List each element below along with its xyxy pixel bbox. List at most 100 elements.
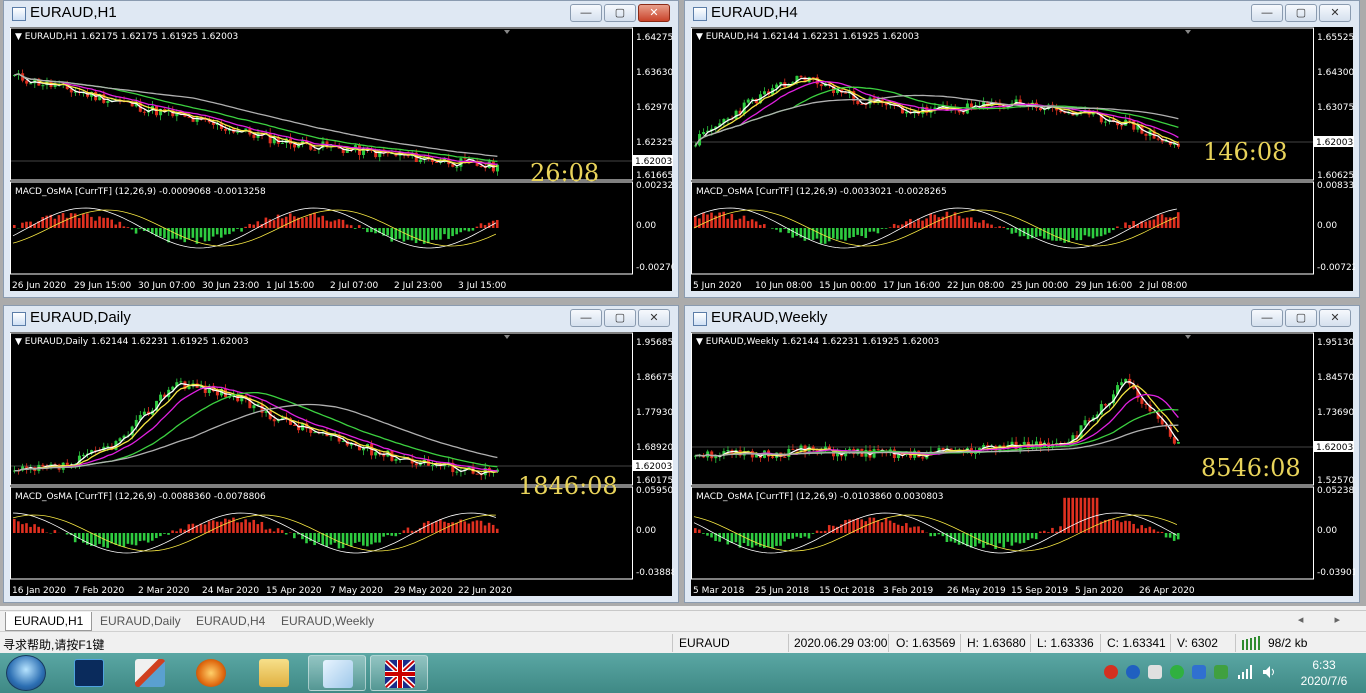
candle-body xyxy=(1156,138,1160,140)
chart-canvas[interactable]: ▼ EURAUD,Weekly 1.62144 1.62231 1.61925 … xyxy=(691,332,1355,598)
macd-bar xyxy=(1164,217,1168,228)
macd-bar xyxy=(876,520,880,533)
window-titlebar[interactable]: EURAUD,H1 — ▢ ✕ xyxy=(4,1,678,27)
macd-bar xyxy=(771,533,774,549)
candle-body xyxy=(106,101,110,103)
macd-bar xyxy=(73,533,77,543)
macd-bar xyxy=(353,228,357,229)
volume-icon[interactable] xyxy=(1262,665,1276,679)
sogou-icon[interactable] xyxy=(1104,665,1118,679)
chart-tabs: EURAUD,H1 EURAUD,Daily EURAUD,H4 EURAUD,… xyxy=(0,610,1366,631)
help-icon[interactable] xyxy=(1126,665,1140,679)
taskbar-explorer[interactable] xyxy=(245,655,303,691)
network-signal-icon[interactable] xyxy=(1238,665,1252,679)
ime-icon[interactable] xyxy=(1148,665,1162,679)
status-datetime: 2020.06.29 03:00 xyxy=(794,636,888,650)
tab-euraud-h1[interactable]: EURAUD,H1 xyxy=(5,612,93,631)
candle-body xyxy=(746,99,750,103)
date-tick-label: 25 Jun 2018 xyxy=(755,586,809,596)
shield-icon[interactable] xyxy=(1192,665,1206,679)
candle-body xyxy=(252,405,256,409)
macd-bar xyxy=(126,227,130,228)
macd-bar xyxy=(203,524,207,533)
macd-bar xyxy=(402,228,406,242)
macd-bar xyxy=(787,533,790,540)
start-button[interactable] xyxy=(6,655,46,691)
clock[interactable]: 6:33 2020/7/6 xyxy=(1294,657,1354,689)
chart-window-h4[interactable]: EURAUD,H4 — ▢ ✕ ▼ EURAUD,H4 1.62144 1.62… xyxy=(684,0,1360,298)
candle-body xyxy=(293,144,297,148)
candle-body xyxy=(860,104,864,106)
chart-area[interactable]: ▼ EURAUD,Daily 1.62144 1.62231 1.61925 1… xyxy=(10,332,674,598)
price-tick-label: 1.60625 xyxy=(1317,171,1354,181)
window-titlebar[interactable]: EURAUD,H4 — ▢ ✕ xyxy=(685,1,1359,27)
macd-bar xyxy=(1079,228,1083,241)
chart-area[interactable]: ▼ EURAUD,H1 1.62175 1.62175 1.61925 1.62… xyxy=(10,27,674,293)
taskbar-firefox[interactable] xyxy=(182,655,240,691)
chart-canvas[interactable]: ▼ EURAUD,H4 1.62144 1.62231 1.61925 1.62… xyxy=(691,27,1355,293)
close-button[interactable]: ✕ xyxy=(1319,4,1351,22)
macd-bar xyxy=(1176,212,1180,228)
macd-bar xyxy=(799,533,803,538)
macd-bar xyxy=(815,530,819,533)
macd-bar xyxy=(199,228,203,238)
macd-bar xyxy=(807,533,811,539)
price-tick-label: 1.73690 xyxy=(1317,408,1354,418)
chart-window-weekly[interactable]: EURAUD,Weekly — ▢ ✕ ▼ EURAUD,Weekly 1.62… xyxy=(684,305,1360,603)
chart-window-daily[interactable]: EURAUD,Daily — ▢ ✕ ▼ EURAUD,Daily 1.6214… xyxy=(3,305,679,603)
macd-bar xyxy=(41,216,45,228)
window-titlebar[interactable]: EURAUD,Daily — ▢ ✕ xyxy=(4,306,678,332)
macd-bar xyxy=(718,212,721,228)
minimize-button[interactable]: — xyxy=(570,309,602,327)
minimize-button[interactable]: — xyxy=(570,4,602,22)
chart-window-h1[interactable]: EURAUD,H1 — ▢ ✕ ▼ EURAUD,H1 1.62175 1.62… xyxy=(3,0,679,298)
maximize-button[interactable]: ▢ xyxy=(604,309,636,327)
tab-euraud-daily[interactable]: EURAUD,Daily xyxy=(92,612,189,631)
taskbar-notepad[interactable] xyxy=(308,655,366,691)
date-tick-label: 22 Jun 08:00 xyxy=(947,281,1004,291)
macd-bar xyxy=(325,220,329,228)
taskbar-photoshop[interactable] xyxy=(60,655,118,691)
macd-bar xyxy=(390,228,394,242)
macd-bar xyxy=(1112,519,1115,533)
wechat-icon[interactable] xyxy=(1170,665,1184,679)
macd-bar xyxy=(248,522,251,533)
taskbar-mt4[interactable] xyxy=(370,655,428,691)
candle-body xyxy=(856,100,860,105)
chart-area[interactable]: ▼ EURAUD,Weekly 1.62144 1.62231 1.61925 … xyxy=(691,332,1355,598)
macd-bar xyxy=(994,227,997,228)
minimize-button[interactable]: — xyxy=(1251,309,1283,327)
security-icon[interactable] xyxy=(1214,665,1228,679)
macd-bar xyxy=(341,533,345,549)
macd-bar xyxy=(114,224,118,228)
macd-bar xyxy=(264,529,268,533)
tab-euraud-h4[interactable]: EURAUD,H4 xyxy=(188,612,273,631)
chart-canvas[interactable]: ▼ EURAUD,H1 1.62175 1.62175 1.61925 1.62… xyxy=(10,27,674,293)
minimize-button[interactable]: — xyxy=(1251,4,1283,22)
candle-body xyxy=(414,463,418,466)
tab-euraud-weekly[interactable]: EURAUD,Weekly xyxy=(273,612,382,631)
close-button[interactable]: ✕ xyxy=(638,4,670,22)
tab-scroll-arrows[interactable]: ◂ ▸ xyxy=(1298,613,1354,626)
macd-bar xyxy=(240,228,243,232)
macd-bar xyxy=(710,533,713,538)
macd-bar xyxy=(215,228,219,235)
maximize-button[interactable]: ▢ xyxy=(1285,309,1317,327)
maximize-button[interactable]: ▢ xyxy=(1285,4,1317,22)
taskbar-paint[interactable] xyxy=(121,655,179,691)
macd-bar xyxy=(698,218,701,228)
chart-area[interactable]: ▼ EURAUD,H4 1.62144 1.62231 1.61925 1.62… xyxy=(691,27,1355,293)
macd-bar xyxy=(775,228,778,230)
macd-bar xyxy=(1079,497,1083,533)
window-titlebar[interactable]: EURAUD,Weekly — ▢ ✕ xyxy=(685,306,1359,332)
macd-bar xyxy=(1034,533,1038,540)
macd-bar xyxy=(795,228,799,236)
candle-body xyxy=(848,448,852,451)
date-tick-label: 29 Jun 16:00 xyxy=(1075,281,1132,291)
candle-body xyxy=(431,464,435,466)
maximize-button[interactable]: ▢ xyxy=(604,4,636,22)
chart-shift-marker xyxy=(504,335,510,339)
close-button[interactable]: ✕ xyxy=(1319,309,1351,327)
close-button[interactable]: ✕ xyxy=(638,309,670,327)
chart-canvas[interactable]: ▼ EURAUD,Daily 1.62144 1.62231 1.61925 1… xyxy=(10,332,674,598)
